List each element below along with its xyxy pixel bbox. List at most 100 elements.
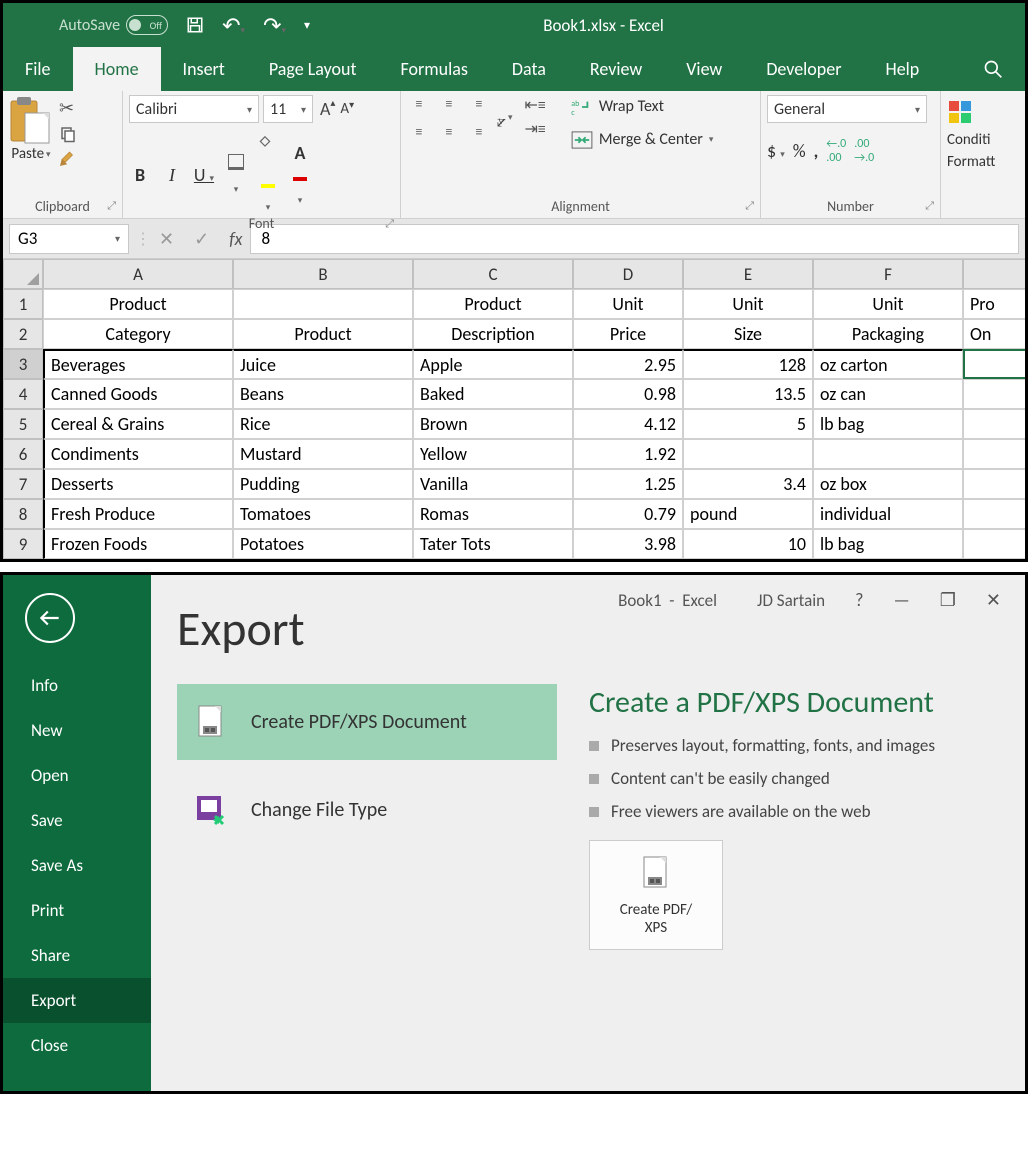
sidebar-item-new[interactable]: New	[3, 708, 151, 753]
cell[interactable]: 0.79	[573, 499, 683, 529]
tab-home[interactable]: Home	[73, 47, 161, 91]
align-top-icon[interactable]: ≡	[407, 95, 431, 119]
tab-data[interactable]: Data	[490, 47, 568, 91]
tab-page-layout[interactable]: Page Layout	[247, 47, 379, 91]
cell[interactable]	[963, 379, 1028, 409]
row-header[interactable]: 7	[3, 469, 43, 499]
row-header[interactable]: 1	[3, 289, 43, 319]
format-painter-icon[interactable]	[59, 149, 77, 167]
tab-help[interactable]: Help	[863, 47, 941, 91]
cell[interactable]: Condiments	[43, 439, 233, 469]
cell[interactable]: On	[963, 319, 1028, 349]
cell[interactable]: Size	[683, 319, 813, 349]
bold-button[interactable]: B	[129, 164, 151, 186]
cell[interactable]	[963, 409, 1028, 439]
cell[interactable]: oz can	[813, 379, 963, 409]
name-box[interactable]: G3▾	[9, 224, 129, 254]
cell[interactable]: Description	[413, 319, 573, 349]
tab-developer[interactable]: Developer	[744, 47, 863, 91]
cell[interactable]: pound	[683, 499, 813, 529]
cell[interactable]: 13.5	[683, 379, 813, 409]
merge-center-button[interactable]: Merge & Center ▾	[567, 128, 718, 151]
number-format-combo[interactable]: General▾	[767, 95, 927, 123]
col-header-g[interactable]	[963, 259, 1028, 289]
sidebar-item-info[interactable]: Info	[3, 663, 151, 708]
cell[interactable]: 1.92	[573, 439, 683, 469]
option-create-pdf-xps[interactable]: Create PDF/XPS Document	[177, 684, 557, 760]
option-change-file-type[interactable]: Change File Type	[177, 772, 557, 848]
cell[interactable]: Unit	[573, 289, 683, 319]
cell[interactable]: 1.25	[573, 469, 683, 499]
save-icon[interactable]	[186, 16, 204, 34]
cell[interactable]: Juice	[233, 349, 413, 379]
cell[interactable]: Cereal & Grains	[43, 409, 233, 439]
cell[interactable]: Canned Goods	[43, 379, 233, 409]
back-button[interactable]	[25, 593, 75, 643]
cell[interactable]: Brown	[413, 409, 573, 439]
help-icon[interactable]: ?	[855, 589, 863, 611]
decrease-font-icon[interactable]: A▾	[337, 100, 352, 118]
dialog-launcher-icon[interactable]: ⤢	[385, 217, 394, 231]
font-size-combo[interactable]: 11▾	[263, 95, 313, 123]
percent-format-button[interactable]: %	[793, 140, 806, 162]
cell[interactable]: Price	[573, 319, 683, 349]
cell[interactable]	[683, 439, 813, 469]
row-header[interactable]: 5	[3, 409, 43, 439]
increase-indent-icon[interactable]: ⇥≡	[525, 119, 546, 139]
align-left-icon[interactable]: ≡	[407, 123, 431, 147]
cell[interactable]: oz box	[813, 469, 963, 499]
cell[interactable]	[813, 439, 963, 469]
create-pdf-xps-button[interactable]: Create PDF/XPS	[589, 840, 723, 950]
cell[interactable]: Pudding	[233, 469, 413, 499]
cell[interactable]: Product	[43, 289, 233, 319]
select-all-corner[interactable]	[3, 259, 43, 289]
dialog-launcher-icon[interactable]: ⤢	[107, 199, 116, 213]
cell[interactable]: Rice	[233, 409, 413, 439]
cell[interactable]: Romas	[413, 499, 573, 529]
cell[interactable]: 2.95	[573, 349, 683, 379]
cell[interactable]: lb bag	[813, 529, 963, 559]
col-header-e[interactable]: E	[683, 259, 813, 289]
cell[interactable]: Fresh Produce	[43, 499, 233, 529]
col-header-f[interactable]: F	[813, 259, 963, 289]
minimize-icon[interactable]: —	[893, 589, 909, 611]
redo-icon[interactable]: ↷▾	[263, 12, 286, 39]
row-header[interactable]: 6	[3, 439, 43, 469]
cell[interactable]: Frozen Foods	[43, 529, 233, 559]
comma-format-button[interactable]: ,	[814, 140, 819, 162]
worksheet-grid[interactable]: A B C D E F 1 Product Product Unit Unit …	[3, 259, 1025, 559]
cell[interactable]: lb bag	[813, 409, 963, 439]
align-middle-icon[interactable]: ≡	[437, 95, 461, 119]
cell[interactable]	[963, 439, 1028, 469]
undo-icon[interactable]: ↶▾	[222, 12, 245, 39]
row-header[interactable]: 4	[3, 379, 43, 409]
tab-formulas[interactable]: Formulas	[379, 47, 490, 91]
sidebar-item-save[interactable]: Save	[3, 798, 151, 843]
wrap-text-button[interactable]: abc Wrap Text	[567, 95, 718, 118]
autosave-toggle[interactable]: AutoSave Off	[59, 15, 168, 35]
decrease-indent-icon[interactable]: ⇤≡	[525, 95, 546, 115]
increase-decimal-icon[interactable]: ←.0.00	[826, 137, 846, 165]
autosave-switch-icon[interactable]: Off	[126, 15, 168, 35]
col-header-c[interactable]: C	[413, 259, 573, 289]
borders-button[interactable]: ▾	[225, 153, 247, 197]
cell[interactable]: Apple	[413, 349, 573, 379]
tab-view[interactable]: View	[664, 47, 744, 91]
restore-icon[interactable]: ❐	[940, 589, 956, 611]
tab-file[interactable]: File	[3, 47, 73, 91]
cell[interactable]: 0.98	[573, 379, 683, 409]
row-header[interactable]: 9	[3, 529, 43, 559]
orientation-button[interactable]: ⦫▾	[497, 112, 513, 131]
sidebar-item-print[interactable]: Print	[3, 888, 151, 933]
cell[interactable]: Tater Tots	[413, 529, 573, 559]
col-header-b[interactable]: B	[233, 259, 413, 289]
cell[interactable]: Potatoes	[233, 529, 413, 559]
cell[interactable]: Beans	[233, 379, 413, 409]
increase-font-icon[interactable]: A▴	[317, 98, 333, 120]
cell[interactable]: Unit	[813, 289, 963, 319]
cell[interactable]: 10	[683, 529, 813, 559]
paste-button[interactable]: Paste ▾	[11, 145, 50, 163]
sidebar-item-open[interactable]: Open	[3, 753, 151, 798]
dialog-launcher-icon[interactable]: ⤢	[745, 199, 754, 213]
cell[interactable]	[963, 529, 1028, 559]
